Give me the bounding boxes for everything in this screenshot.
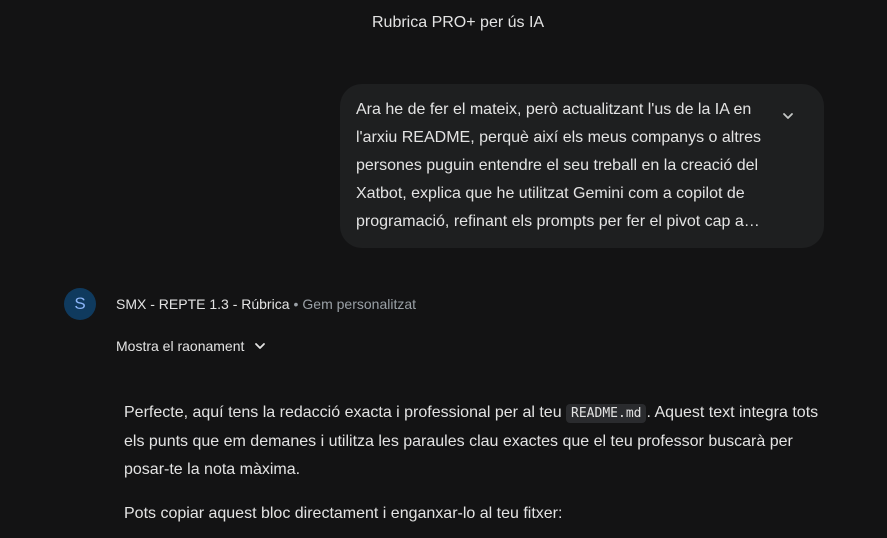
gem-type-label: Gem personalitzat [302,296,417,312]
chevron-down-icon [252,338,268,354]
gem-avatar: S [64,288,96,320]
user-message-bubble: Ara he de fer el mateix, però actualitza… [340,84,824,248]
gem-separator: • [293,296,299,312]
expand-message-button[interactable] [778,106,798,126]
response-text: Perfecte, aquí tens la redacció exacta i… [124,404,567,421]
gem-name[interactable]: SMX - REPTE 1.3 - Rúbrica [116,296,290,312]
response-paragraph: Perfecte, aquí tens la redacció exacta i… [124,399,824,484]
show-reasoning-button[interactable]: Mostra el raonament [116,338,268,354]
gem-header: SMX - REPTE 1.3 - Rúbrica • Gem personalit… [116,296,416,312]
assistant-response: Perfecte, aquí tens la redacció exacta i… [124,399,824,538]
attachment-title[interactable]: Rubrica PRO+ per ús IA [372,14,544,32]
response-paragraph: Pots copiar aquest bloc directament i en… [124,505,563,522]
chat-page: Rubrica PRO+ per ús IA Ara he de fer el … [0,0,887,538]
user-message-text: Ara he de fer el mateix, però actualitza… [356,101,761,230]
inline-code: README.md [566,404,647,423]
chevron-down-icon [783,113,793,119]
show-reasoning-label: Mostra el raonament [116,338,245,354]
